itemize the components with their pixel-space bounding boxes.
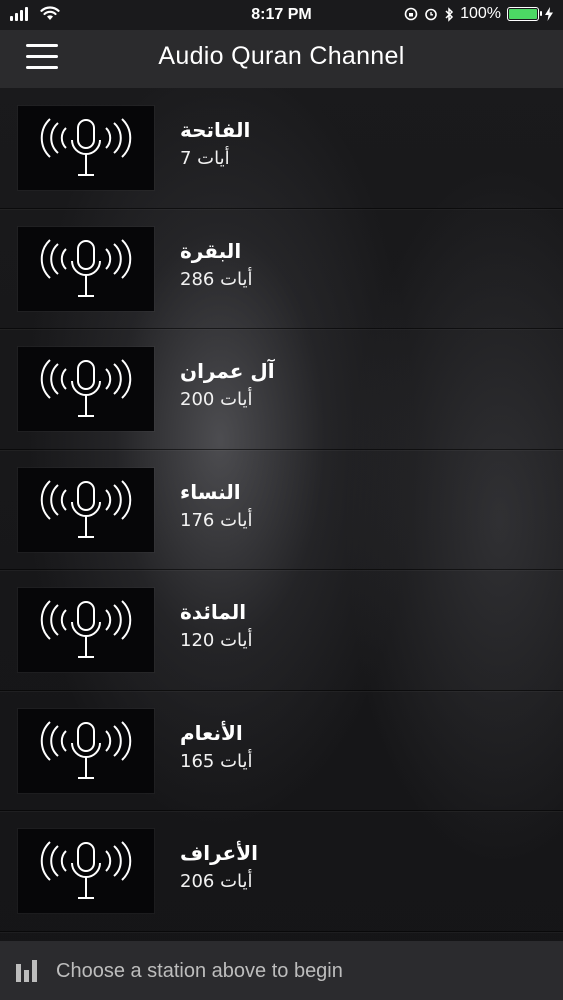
list-item[interactable]: النساء أيات 176 bbox=[0, 450, 563, 570]
list-item[interactable]: آل عمران أيات 200 bbox=[0, 329, 563, 450]
nav-bar: Audio Quran Channel bbox=[0, 30, 563, 88]
station-thumbnail bbox=[18, 106, 154, 190]
surah-name: آل عمران bbox=[180, 359, 275, 383]
surah-name: الأنعام bbox=[180, 720, 243, 745]
row-text: الأعراف أيات 206 bbox=[180, 841, 258, 892]
microphone-broadcast-icon bbox=[40, 359, 132, 417]
list-item[interactable]: البقرة أيات 286 bbox=[0, 209, 563, 329]
battery-percent: 100% bbox=[460, 5, 501, 22]
surah-list: الفاتحة أيات 7 البقرة أيات 286 آل عمران … bbox=[0, 88, 563, 932]
verse-count: أيات 206 bbox=[180, 871, 253, 892]
bluetooth-icon bbox=[445, 6, 454, 22]
alarm-icon bbox=[425, 8, 437, 21]
battery-fill bbox=[509, 9, 537, 19]
row-text: البقرة أيات 286 bbox=[180, 239, 253, 290]
station-thumbnail bbox=[18, 347, 154, 431]
station-thumbnail bbox=[18, 829, 154, 913]
list-item[interactable]: الفاتحة أيات 7 bbox=[0, 88, 563, 209]
station-thumbnail bbox=[18, 226, 154, 311]
status-right: 100% bbox=[404, 5, 553, 23]
microphone-broadcast-icon bbox=[40, 479, 132, 538]
battery-icon bbox=[507, 7, 542, 21]
verse-count: أيات 120 bbox=[180, 630, 253, 651]
surah-name: المائدة bbox=[180, 600, 247, 624]
orientation-lock-icon bbox=[404, 7, 418, 21]
row-text: الأنعام أيات 165 bbox=[180, 721, 253, 772]
list-item[interactable]: الأنعام أيات 165 bbox=[0, 691, 563, 811]
row-text: النساء أيات 176 bbox=[180, 480, 253, 531]
surah-name: النساء bbox=[180, 479, 241, 504]
station-thumbnail bbox=[18, 467, 154, 552]
verse-count: أيات 165 bbox=[180, 750, 253, 772]
list-item[interactable]: الأعراف أيات 206 bbox=[0, 811, 563, 932]
player-message: Choose a station above to begin bbox=[56, 960, 343, 982]
station-thumbnail bbox=[18, 588, 154, 672]
verse-count: أيات 286 bbox=[180, 268, 253, 290]
microphone-broadcast-icon bbox=[40, 841, 132, 899]
status-bar: 8:17 PM 100% bbox=[0, 0, 563, 30]
charging-bolt-icon bbox=[545, 7, 553, 21]
verse-count: أيات 200 bbox=[180, 389, 253, 410]
microphone-broadcast-icon bbox=[40, 720, 132, 779]
row-text: الفاتحة أيات 7 bbox=[180, 118, 250, 169]
microphone-broadcast-icon bbox=[40, 238, 132, 297]
audio-bars-icon bbox=[16, 960, 37, 982]
microphone-broadcast-icon bbox=[40, 600, 132, 658]
player-bar[interactable]: Choose a station above to begin bbox=[0, 941, 563, 1000]
verse-count: أيات 176 bbox=[180, 509, 253, 531]
row-text: آل عمران أيات 200 bbox=[180, 359, 275, 410]
station-thumbnail bbox=[18, 708, 154, 793]
microphone-broadcast-icon bbox=[40, 118, 132, 176]
surah-name: الفاتحة bbox=[180, 118, 251, 142]
list-item[interactable]: المائدة أيات 120 bbox=[0, 570, 563, 691]
page-title: Audio Quran Channel bbox=[158, 42, 405, 70]
row-text: المائدة أيات 120 bbox=[180, 600, 253, 651]
surah-name: البقرة bbox=[180, 238, 242, 263]
surah-name: الأعراف bbox=[180, 841, 258, 865]
verse-count: أيات 7 bbox=[180, 148, 230, 169]
